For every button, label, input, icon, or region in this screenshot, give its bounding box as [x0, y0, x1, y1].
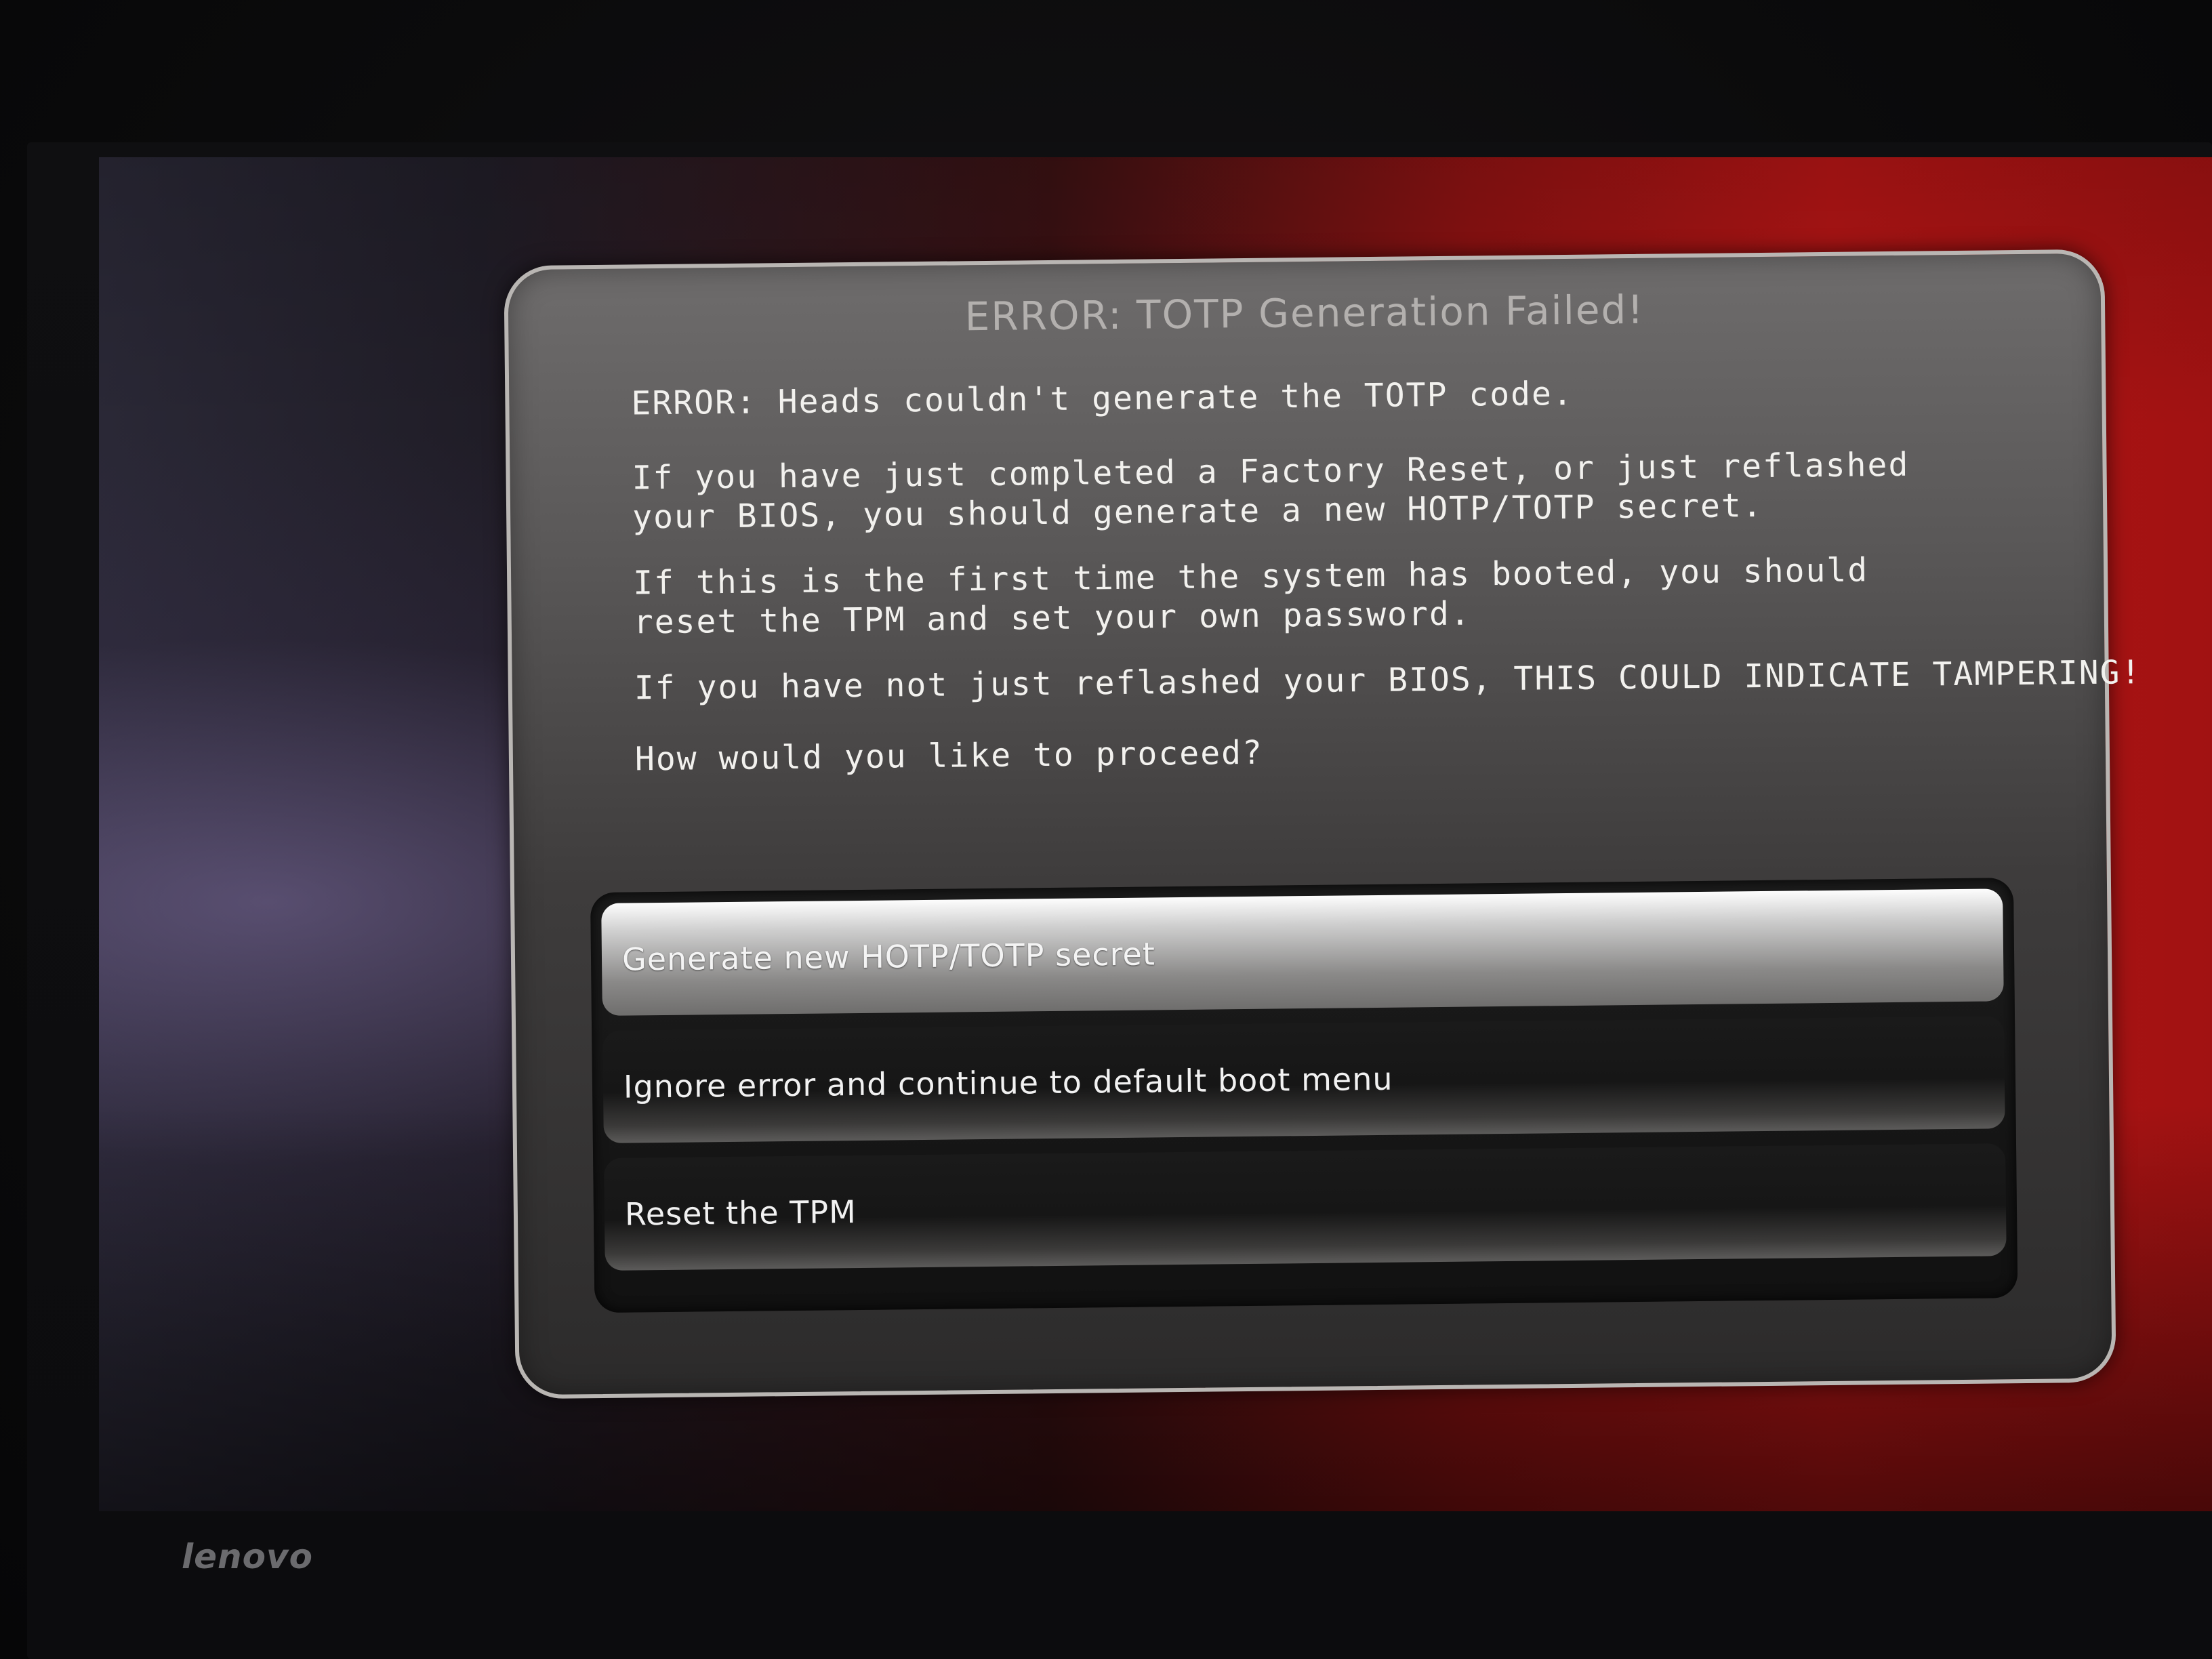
options-menu: Generate new HOTP/TOTP secret Ignore err…: [590, 878, 2018, 1313]
lenovo-logo: lenovo: [182, 1537, 313, 1576]
proceed-prompt: How would you like to proceed?: [634, 733, 1264, 779]
dialog-title: ERROR: TOTP Generation Failed!: [964, 286, 1645, 340]
menu-item-generate-secret[interactable]: Generate new HOTP/TOTP secret: [601, 888, 2004, 1016]
error-message: ERROR: Heads couldn't generate the TOTP …: [631, 374, 1574, 423]
tampering-warning: If you have not just reflashed your BIOS…: [634, 653, 2142, 708]
menu-item-ignore-error[interactable]: Ignore error and continue to default boo…: [602, 1016, 2005, 1143]
menu-item-reset-tpm[interactable]: Reset the TPM: [604, 1143, 2007, 1271]
first-boot-message: If this is the first time the system has…: [632, 551, 1869, 642]
error-dialog: ERROR: TOTP Generation Failed! ERROR: He…: [504, 249, 2142, 1399]
factory-reset-message: If you have just completed a Factory Res…: [632, 445, 1910, 537]
